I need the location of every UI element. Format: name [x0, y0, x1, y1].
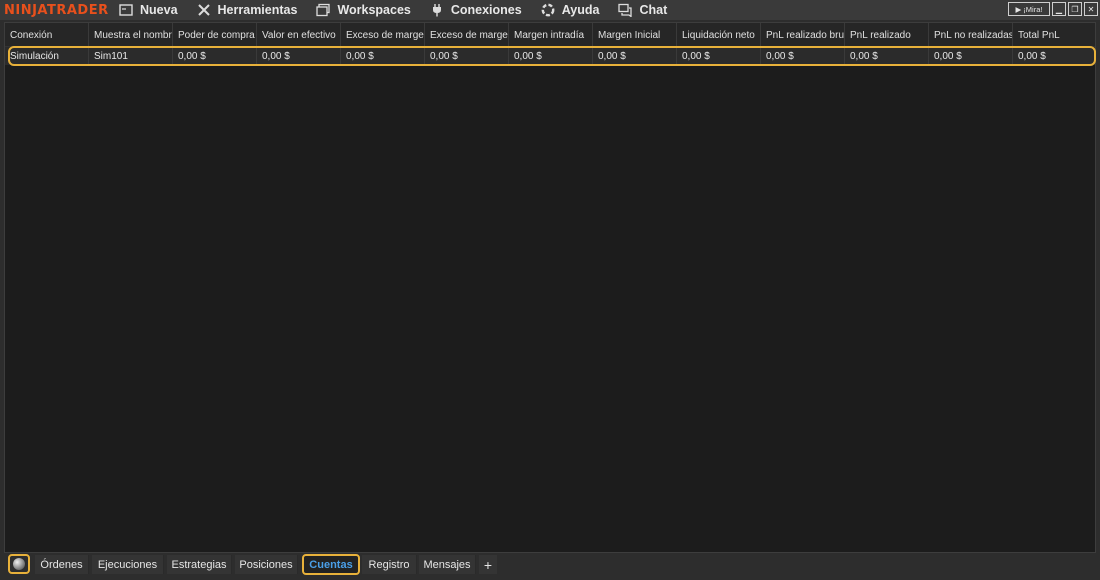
tab-estrategias[interactable]: Estrategias [167, 555, 232, 574]
menu-conexiones[interactable]: Conexiones [429, 0, 522, 20]
cell-value: 0,00 $ [257, 47, 341, 65]
menu-chat[interactable]: Chat [617, 0, 667, 20]
tab-ordenes[interactable]: Órdenes [35, 555, 89, 574]
restore-button[interactable]: ❐ [1068, 2, 1082, 16]
tab-mensajes[interactable]: Mensajes [419, 555, 476, 574]
tab-bar [0, 554, 1100, 576]
column-header[interactable]: Exceso de margen [341, 23, 425, 47]
grid-header: Conexión Muestra el nombre Poder de comp… [5, 23, 1095, 47]
cell-value: 0,00 $ [845, 47, 929, 65]
workspaces-icon [315, 2, 331, 18]
column-header[interactable]: PnL no realizadas [929, 23, 1013, 47]
column-header[interactable]: Valor en efectivo [257, 23, 341, 47]
video-icon: ▶ [1015, 4, 1022, 14]
cell-account-name: Sim101 [89, 47, 173, 65]
plug-icon [429, 2, 445, 18]
cell-conexion: Simulación [5, 47, 89, 65]
tools-icon [196, 2, 212, 18]
minimize-icon: ▁ [1055, 4, 1063, 14]
column-header[interactable]: PnL realizado [845, 23, 929, 47]
menu-workspaces[interactable]: Workspaces [315, 0, 411, 20]
window-controls: ▶ ¡Mira! ▁ ❐ ✕ [1008, 2, 1098, 16]
menu-herramientas-label: Herramientas [217, 3, 298, 17]
column-header[interactable]: PnL realizado bruto [761, 23, 845, 47]
add-tab-button[interactable]: + [479, 555, 497, 574]
menu-nueva-label: Nueva [140, 3, 178, 17]
minimize-button[interactable]: ▁ [1052, 2, 1066, 16]
tab-posiciones[interactable]: Posiciones [235, 555, 298, 574]
home-ball-icon [13, 558, 25, 570]
column-header[interactable]: Conexión [5, 23, 89, 47]
accounts-grid-pane: Conexión Muestra el nombre Poder de comp… [4, 22, 1096, 553]
menu-bar: NINJATRADER Nueva Herramientas Workspace… [0, 0, 1100, 20]
tab-registro[interactable]: Registro [362, 555, 417, 574]
tab-cuentas[interactable]: Cuentas [302, 554, 360, 575]
cell-value: 0,00 $ [509, 47, 593, 65]
cell-value: 0,00 $ [761, 47, 845, 65]
menu-ayuda-label: Ayuda [561, 3, 600, 17]
column-header[interactable]: Muestra el nombre [89, 23, 173, 47]
menu-chat-label: Chat [639, 3, 668, 17]
cell-value: 0,00 $ [1018, 50, 1046, 62]
table-row[interactable]: Simulación Sim101 0,00 $ 0,00 $ 0,00 $ 0… [5, 47, 1095, 65]
menu-workspaces-label: Workspaces [337, 3, 411, 17]
column-header[interactable]: Exceso de margen [425, 23, 509, 47]
menu-nueva[interactable]: Nueva [118, 0, 178, 20]
menu-ayuda[interactable]: Ayuda [540, 0, 600, 20]
cell-value: 0,00 $ [593, 47, 677, 65]
column-header[interactable]: Liquidación neto [677, 23, 761, 47]
chat-icon [617, 2, 633, 18]
close-button[interactable]: ✕ [1084, 2, 1098, 16]
restore-icon: ❐ [1071, 4, 1079, 14]
help-lifebuoy-icon [540, 2, 556, 18]
column-header[interactable]: Poder de compra [173, 23, 257, 47]
new-window-icon [118, 2, 134, 18]
menu-conexiones-label: Conexiones [450, 3, 522, 17]
mira-label: ¡Mira! [1023, 4, 1043, 14]
ninjatrader-logo: NINJATRADER [4, 2, 109, 18]
tab-ejecuciones[interactable]: Ejecuciones [92, 555, 164, 574]
column-header[interactable]: Total PnL [1013, 23, 1095, 47]
close-icon: ✕ [1087, 4, 1095, 14]
mira-button[interactable]: ▶ ¡Mira! [1008, 2, 1050, 16]
cell-value: 0,00 $ [425, 47, 509, 65]
cell-value: 0,00 $ [341, 47, 425, 65]
column-header[interactable]: Margen intradía [509, 23, 593, 47]
menu-herramientas[interactable]: Herramientas [196, 0, 298, 20]
tab-home[interactable] [8, 554, 30, 574]
cell-value: 0,00 $ [677, 47, 761, 65]
cell-value: 0,00 $ [173, 47, 257, 65]
column-header[interactable]: Margen Inicial [593, 23, 677, 47]
cell-value: 0,00 $ [929, 47, 1013, 65]
